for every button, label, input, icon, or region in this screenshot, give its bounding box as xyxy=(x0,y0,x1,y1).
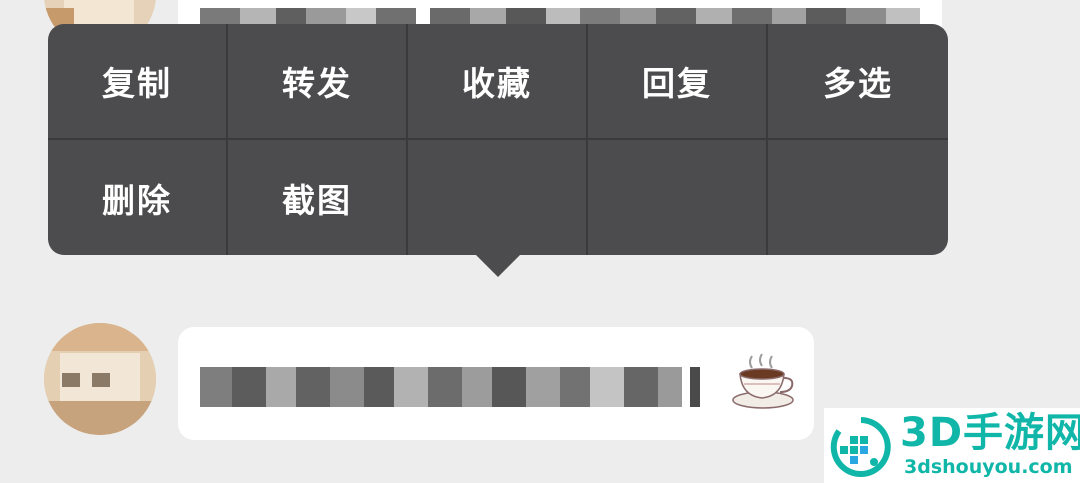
teacup-emoji-icon xyxy=(732,353,794,409)
context-menu-grid: 复制 转发 收藏 回复 多选 删除 截图 xyxy=(48,24,948,255)
menu-item-screenshot[interactable]: 截图 xyxy=(228,140,408,255)
context-menu: 复制 转发 收藏 回复 多选 删除 截图 xyxy=(48,24,948,277)
menu-item-empty xyxy=(768,140,948,255)
watermark-url: 3dshouyou.com xyxy=(904,456,1073,478)
menu-item-empty xyxy=(408,140,588,255)
avatar[interactable] xyxy=(44,323,156,435)
menu-item-favorite[interactable]: 收藏 xyxy=(408,24,588,140)
watermark-title: 3D手游网 xyxy=(900,410,1080,456)
watermark-logo-icon xyxy=(830,417,891,477)
menu-item-multi-select[interactable]: 多选 xyxy=(768,24,948,140)
menu-item-delete[interactable]: 删除 xyxy=(48,140,228,255)
menu-item-empty xyxy=(588,140,768,255)
menu-item-reply[interactable]: 回复 xyxy=(588,24,768,140)
menu-item-forward[interactable]: 转发 xyxy=(228,24,408,140)
pixelated-text-icon xyxy=(200,367,700,407)
menu-pointer-arrow xyxy=(476,255,520,277)
message-bubble[interactable] xyxy=(178,327,814,440)
watermark: 3D手游网 3dshouyou.com xyxy=(824,408,1080,483)
menu-item-copy[interactable]: 复制 xyxy=(48,24,228,140)
